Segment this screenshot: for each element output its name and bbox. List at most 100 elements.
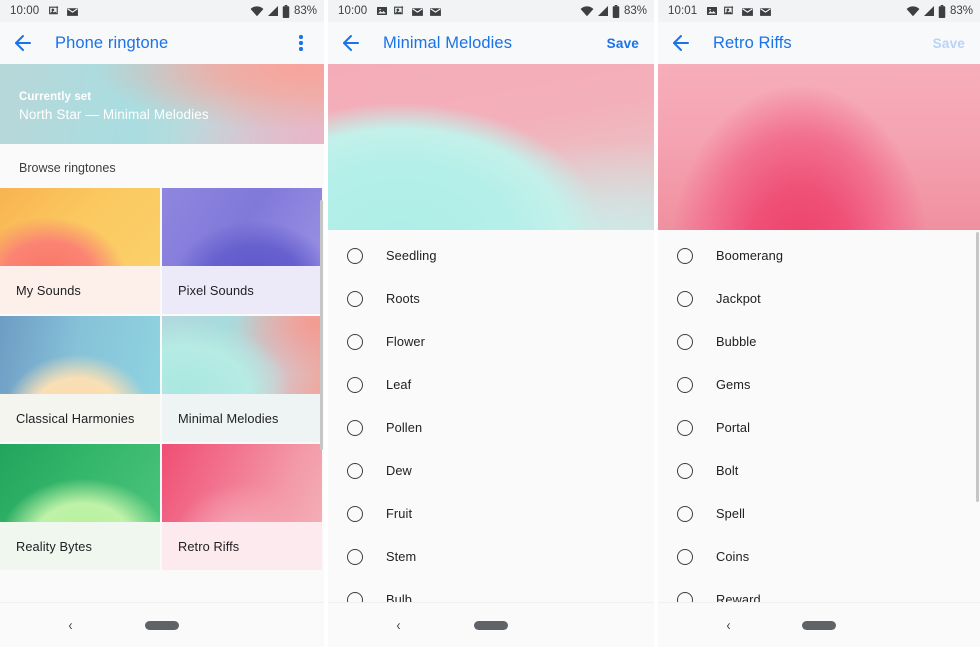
radio-button-icon[interactable] <box>677 505 693 522</box>
radio-button-icon[interactable] <box>347 376 363 393</box>
home-pill-icon[interactable] <box>145 620 179 630</box>
radio-button-icon[interactable] <box>347 333 363 350</box>
collection-label: Pixel Sounds <box>162 266 322 314</box>
nav-back-icon[interactable]: ‹ <box>397 617 401 634</box>
radio-button-icon[interactable] <box>677 333 693 350</box>
radio-button-icon[interactable] <box>347 419 363 436</box>
list-item[interactable]: Portal <box>658 406 980 449</box>
radio-button-icon[interactable] <box>677 290 693 307</box>
mail-icon <box>67 7 79 16</box>
radio-button-icon[interactable] <box>347 548 363 565</box>
radio-button-icon[interactable] <box>677 419 693 436</box>
ringtone-collection-grid: My Sounds Pixel Sounds Classical Harmoni… <box>0 188 324 602</box>
ringtone-name: Flower <box>386 334 425 349</box>
list-item[interactable]: Leaf <box>328 363 654 406</box>
signal-icon <box>597 6 608 16</box>
home-pill-icon[interactable] <box>474 620 508 630</box>
three-screen-comparison: 10:00 83% Phone ringtone Currently set N <box>0 0 980 647</box>
battery-icon <box>938 4 946 18</box>
battery-percent: 83% <box>293 5 317 17</box>
status-clock: 10:00 <box>338 5 368 17</box>
ringtone-name: Seedling <box>386 248 437 263</box>
radio-button-icon[interactable] <box>677 462 693 479</box>
list-item[interactable]: Boomerang <box>658 234 980 277</box>
list-item[interactable]: Seedling <box>328 234 654 277</box>
vertical-scrollbar[interactable] <box>320 200 323 450</box>
collection-label: Minimal Melodies <box>162 394 322 442</box>
radio-button-icon[interactable] <box>347 505 363 522</box>
screen-phone-ringtone: 10:00 83% Phone ringtone Currently set N <box>0 0 324 647</box>
status-system-icons: 83% <box>250 4 317 18</box>
currently-set-value: North Star — Minimal Melodies <box>19 107 209 122</box>
list-item[interactable]: Reward <box>658 578 980 602</box>
collection-hero-artwork <box>658 64 980 230</box>
screen-minimal-melodies: 10:00 83% Minimal Melodies Save Seedling… <box>328 0 654 647</box>
more-vert-icon[interactable] <box>289 31 313 55</box>
collection-tile-retro-riffs[interactable]: Retro Riffs <box>162 444 322 570</box>
list-item[interactable]: Bulb <box>328 578 654 602</box>
status-notification-icons <box>706 5 772 18</box>
list-item[interactable]: Coins <box>658 535 980 578</box>
currently-set-text: Currently set North Star — Minimal Melod… <box>19 91 209 122</box>
ringtone-name: Gems <box>716 377 751 392</box>
collection-tile-my-sounds[interactable]: My Sounds <box>0 188 160 314</box>
collection-label: Classical Harmonies <box>0 394 160 442</box>
back-arrow-icon[interactable] <box>11 31 35 55</box>
radio-button-icon[interactable] <box>347 462 363 479</box>
list-item[interactable]: Gems <box>658 363 980 406</box>
ringtone-name: Bolt <box>716 463 739 478</box>
app-bar: Minimal Melodies Save <box>328 22 654 64</box>
save-button[interactable]: Save <box>927 32 971 55</box>
list-item[interactable]: Jackpot <box>658 277 980 320</box>
mail-icon <box>412 7 424 16</box>
collection-artwork <box>0 444 160 522</box>
signal-icon <box>923 6 934 16</box>
collection-tile-pixel-sounds[interactable]: Pixel Sounds <box>162 188 322 314</box>
list-item[interactable]: Stem <box>328 535 654 578</box>
list-item[interactable]: Spell <box>658 492 980 535</box>
radio-button-icon[interactable] <box>677 247 693 264</box>
list-item[interactable]: Bubble <box>658 320 980 363</box>
save-button[interactable]: Save <box>601 32 645 55</box>
collection-tile-minimal-melodies[interactable]: Minimal Melodies <box>162 316 322 442</box>
collection-tile-classical-harmonies[interactable]: Classical Harmonies <box>0 316 160 442</box>
back-arrow-icon[interactable] <box>669 31 693 55</box>
radio-button-icon[interactable] <box>677 548 693 565</box>
signal-icon <box>267 6 278 16</box>
ringtone-name: Jackpot <box>716 291 761 306</box>
vertical-scrollbar[interactable] <box>976 232 979 502</box>
list-item[interactable]: Roots <box>328 277 654 320</box>
radio-button-icon[interactable] <box>347 290 363 307</box>
list-item[interactable]: Dew <box>328 449 654 492</box>
battery-icon <box>612 4 620 18</box>
list-item[interactable]: Bolt <box>658 449 980 492</box>
status-bar: 10:01 83% <box>658 0 980 22</box>
list-item[interactable]: Fruit <box>328 492 654 535</box>
location-share-icon <box>49 5 59 14</box>
ringtone-list: Boomerang Jackpot Bubble Gems Portal Bol… <box>658 230 980 602</box>
collection-tile-reality-bytes[interactable]: Reality Bytes <box>0 444 160 570</box>
ringtone-name: Pollen <box>386 420 423 435</box>
ringtone-name: Fruit <box>386 506 413 521</box>
collection-artwork <box>0 316 160 394</box>
status-bar: 10:00 83% <box>0 0 324 22</box>
system-navigation-bar: ‹ <box>0 602 324 647</box>
radio-button-icon[interactable] <box>347 591 363 602</box>
radio-button-icon[interactable] <box>347 247 363 264</box>
nav-back-icon[interactable]: ‹ <box>726 617 730 634</box>
list-item[interactable]: Pollen <box>328 406 654 449</box>
app-bar: Retro Riffs Save <box>658 22 980 64</box>
collection-artwork <box>162 188 322 266</box>
home-pill-icon[interactable] <box>802 620 836 630</box>
nav-back-icon[interactable]: ‹ <box>69 617 73 634</box>
status-system-icons: 83% <box>906 4 973 18</box>
ringtone-name: Leaf <box>386 377 412 392</box>
status-notification-icons <box>376 5 442 18</box>
radio-button-icon[interactable] <box>677 591 693 602</box>
radio-button-icon[interactable] <box>677 376 693 393</box>
currently-set-banner: Currently set North Star — Minimal Melod… <box>0 64 324 144</box>
back-arrow-icon[interactable] <box>339 31 363 55</box>
mail-icon <box>742 7 754 16</box>
list-item[interactable]: Flower <box>328 320 654 363</box>
collection-artwork <box>162 316 322 394</box>
